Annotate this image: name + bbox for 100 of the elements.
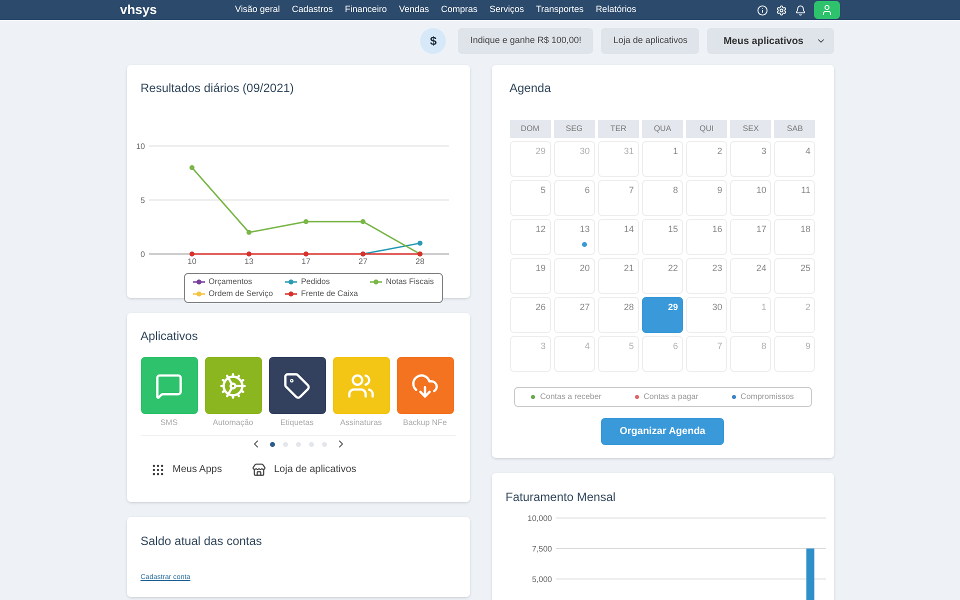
axis-tick-label: 28 xyxy=(415,257,424,266)
nav-link[interactable]: Cadastros xyxy=(292,3,333,17)
nav-link[interactable]: Transportes xyxy=(536,3,584,17)
calendar-day[interactable]: 29 xyxy=(510,141,551,177)
calendar-day[interactable]: 27 xyxy=(554,297,595,333)
card-title: Agenda xyxy=(510,80,552,97)
calendar-day[interactable]: 15 xyxy=(642,219,684,255)
calendar-day[interactable]: 12 xyxy=(510,219,551,255)
nav-link[interactable]: Relatórios xyxy=(596,3,636,17)
calendar-day[interactable]: 21 xyxy=(598,258,639,294)
axis-tick-label: 5 xyxy=(140,196,144,205)
axis-tick-label: 7,500 xyxy=(531,544,552,554)
legend-label: Orçamentos xyxy=(208,276,252,288)
dollar-badge: $ xyxy=(420,28,446,54)
calendar-day[interactable]: 28 xyxy=(598,297,639,333)
calendar-day[interactable]: 2 xyxy=(774,297,816,333)
app-label: Etiquetas xyxy=(280,417,314,429)
weekday-header: DOM xyxy=(510,120,551,138)
calendar-day[interactable]: 1 xyxy=(642,141,684,177)
axis-tick-label: 27 xyxy=(358,257,367,266)
nav-link[interactable]: Financeiro xyxy=(344,3,387,17)
calendar-day[interactable]: 7 xyxy=(686,336,728,372)
point xyxy=(303,252,308,256)
card-title: Resultados diários (09/2021) xyxy=(140,80,295,97)
weekday-header: QUA xyxy=(642,120,684,138)
calendar-day[interactable]: 5 xyxy=(510,180,551,216)
app-store-link[interactable]: Loja de aplicativos xyxy=(252,462,356,477)
organize-agenda-button[interactable]: Organizar Agenda xyxy=(601,418,724,445)
calendar-day[interactable]: 26 xyxy=(510,297,551,333)
calendar-day[interactable]: 10 xyxy=(730,180,772,216)
calendar-day[interactable]: 25 xyxy=(774,258,816,294)
legend-marker-icon xyxy=(192,279,204,285)
calendar-day[interactable]: 5 xyxy=(598,336,639,372)
nav-link[interactable]: Compras xyxy=(440,3,478,17)
calendar-day[interactable]: 23 xyxy=(686,258,728,294)
point xyxy=(189,252,194,256)
calendar-day[interactable]: 31 xyxy=(598,141,639,177)
nav-link[interactable]: Visão geral xyxy=(235,3,280,17)
calendar-day[interactable]: 17 xyxy=(730,219,772,255)
calendar-day[interactable]: 3 xyxy=(510,336,551,372)
app-tile[interactable] xyxy=(204,357,262,414)
legend-label: Contas a receber xyxy=(540,391,602,403)
point xyxy=(303,219,308,224)
calendar-day[interactable]: 19 xyxy=(510,258,551,294)
calendar-day[interactable]: 24 xyxy=(730,258,772,294)
weekday-header: TER xyxy=(598,120,639,138)
calendar-day[interactable]: 2 xyxy=(686,141,728,177)
calendar-day[interactable]: 20 xyxy=(554,258,595,294)
calendar-day[interactable]: 6 xyxy=(554,180,595,216)
calendar-day[interactable]: 8 xyxy=(730,336,772,372)
calendar-day[interactable]: 1 xyxy=(730,297,772,333)
app-tile[interactable] xyxy=(268,357,326,414)
bell-icon[interactable] xyxy=(795,4,806,16)
axis-tick-label: 10 xyxy=(136,142,144,151)
point xyxy=(360,219,365,224)
chart-bar xyxy=(806,548,814,600)
calendar-day[interactable]: 13 xyxy=(554,219,595,255)
calendar-day[interactable]: 30 xyxy=(686,297,728,333)
calendar-day[interactable]: 7 xyxy=(598,180,639,216)
nav-link[interactable]: Serviços xyxy=(489,3,524,17)
settings-icon[interactable] xyxy=(776,4,787,16)
calendar-day[interactable]: 22 xyxy=(642,258,684,294)
legend-label: Frente de Caixa xyxy=(300,288,358,300)
calendar-day[interactable]: 6 xyxy=(642,336,684,372)
app-tile[interactable] xyxy=(140,357,198,414)
calendar-day[interactable]: 9 xyxy=(686,180,728,216)
logo: vhsys xyxy=(120,1,158,20)
nav-link[interactable]: Vendas xyxy=(398,3,429,17)
calendar-day[interactable]: 29 xyxy=(642,297,684,333)
axis-tick-label: 10 xyxy=(187,257,196,266)
info-icon[interactable] xyxy=(757,4,768,16)
store-icon xyxy=(252,462,266,476)
cloud-download-icon xyxy=(411,372,439,400)
legend-label: Contas a pagar xyxy=(644,391,698,403)
chat-icon xyxy=(155,372,183,400)
calendar-day[interactable]: 18 xyxy=(774,219,816,255)
app-label: SMS xyxy=(160,417,178,429)
weekday-header: SEX xyxy=(730,120,772,138)
calendar-day[interactable]: 8 xyxy=(642,180,684,216)
app-tile[interactable] xyxy=(332,357,390,414)
calendar-day[interactable]: 14 xyxy=(598,219,639,255)
axis-tick-label: 17 xyxy=(301,257,310,266)
grid-icon xyxy=(150,462,164,476)
legend-label: Pedidos xyxy=(300,276,330,288)
point xyxy=(246,252,251,256)
my-apps-link[interactable]: Meus Apps xyxy=(150,462,222,477)
legend-label: Notas Fiscais xyxy=(386,276,434,288)
calendar-day[interactable]: 11 xyxy=(774,180,816,216)
calendar-day[interactable]: 9 xyxy=(774,336,816,372)
apps-dropdown[interactable]: Meus aplicativos xyxy=(707,28,834,54)
calendar-day[interactable]: 4 xyxy=(554,336,595,372)
calendar-day[interactable]: 16 xyxy=(686,219,728,255)
calendar-day[interactable]: 3 xyxy=(730,141,772,177)
toolbar-button[interactable]: Indique e ganhe R$ 100,00! xyxy=(458,28,594,54)
app-tile[interactable] xyxy=(396,357,454,414)
calendar-day[interactable]: 4 xyxy=(774,141,816,177)
toolbar-button[interactable]: Loja de aplicativos xyxy=(601,28,700,54)
calendar-day[interactable]: 30 xyxy=(554,141,595,177)
user-avatar[interactable] xyxy=(814,1,840,19)
axis-tick-label: 10,000 xyxy=(527,514,552,523)
